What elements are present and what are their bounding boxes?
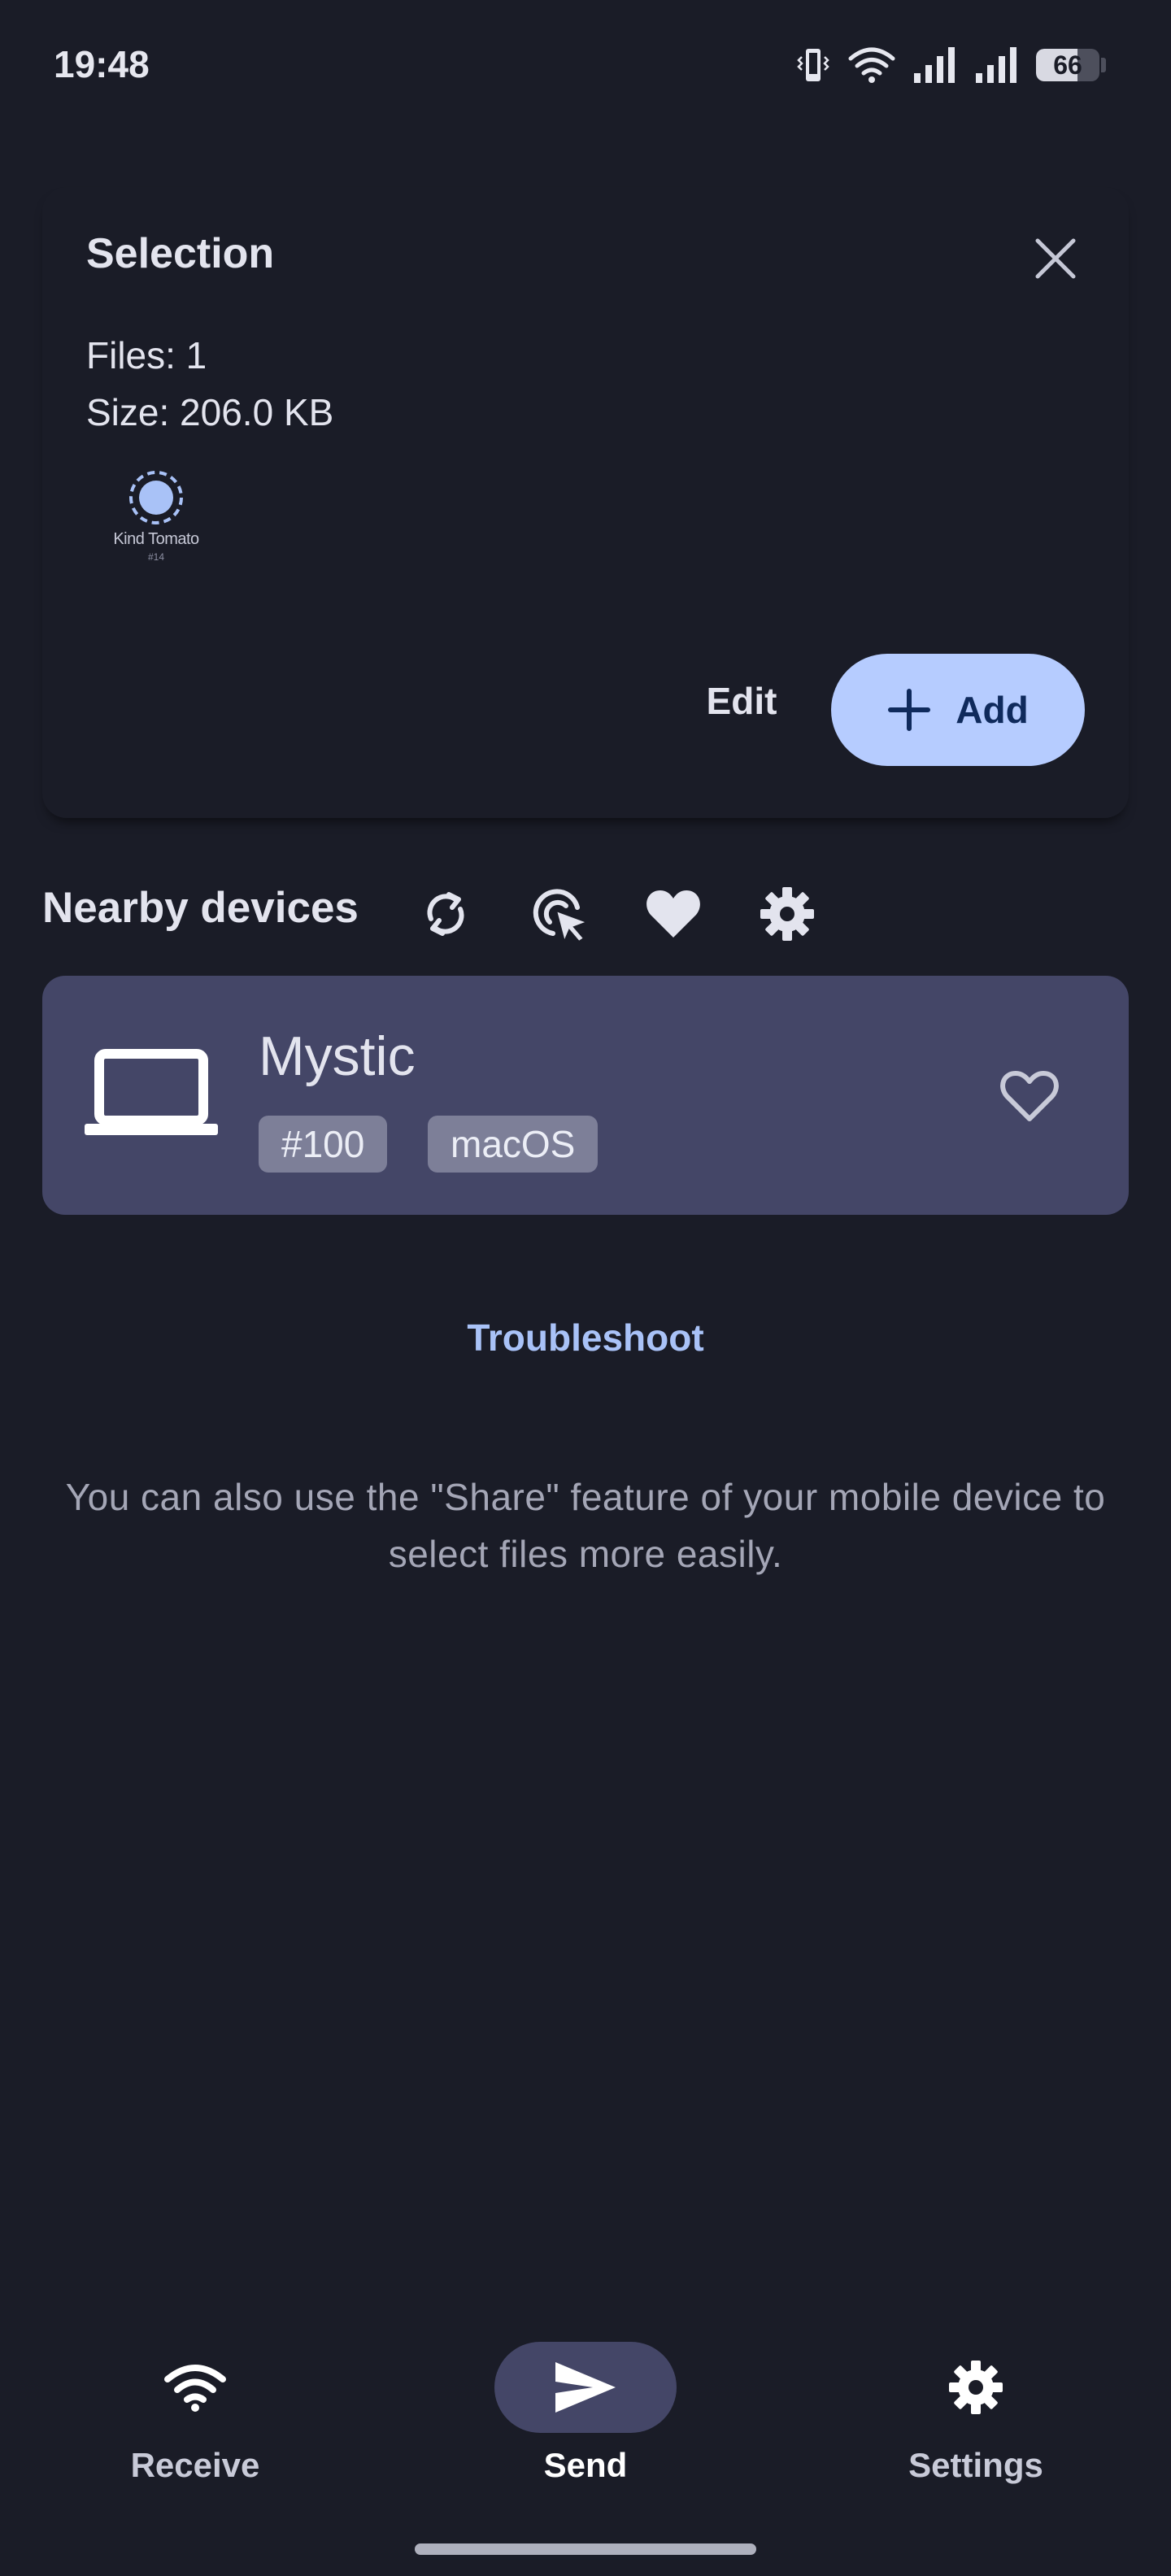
troubleshoot-container: Troubleshoot bbox=[0, 1316, 1171, 1360]
troubleshoot-link[interactable]: Troubleshoot bbox=[467, 1316, 703, 1359]
device-card-mystic[interactable]: Mystic #100 macOS bbox=[42, 976, 1129, 1215]
close-selection-button[interactable] bbox=[1025, 228, 1086, 289]
settings-icon bbox=[949, 2361, 1003, 2414]
scan-target-button[interactable] bbox=[525, 880, 594, 948]
files-size: Size: 206.0 KB bbox=[86, 391, 334, 433]
plus-icon bbox=[888, 689, 931, 731]
bottom-navigation: Receive Send Settings bbox=[0, 2326, 1171, 2488]
home-indicator[interactable] bbox=[415, 2543, 756, 2555]
refresh-icon bbox=[427, 892, 464, 936]
nearby-devices-title: Nearby devices bbox=[42, 884, 359, 932]
files-count: Files: 1 bbox=[86, 334, 207, 376]
battery-indicator: 66 bbox=[1036, 49, 1099, 81]
nav-send-label: Send bbox=[543, 2446, 628, 2484]
wifi-icon bbox=[164, 2365, 226, 2412]
selection-card: Selection Files: 1 Size: 206.0 KB Kind T… bbox=[42, 187, 1129, 818]
nav-send[interactable]: Send bbox=[455, 2342, 716, 2488]
battery-tip bbox=[1101, 58, 1106, 72]
close-icon bbox=[1035, 238, 1076, 279]
file-thumbnail-label: Kind Tomato bbox=[113, 530, 199, 548]
favorites-icon bbox=[646, 890, 700, 938]
signal-icon-1 bbox=[914, 47, 955, 83]
device-name: Mystic bbox=[259, 1025, 416, 1087]
wifi-status-icon bbox=[848, 47, 895, 83]
selection-title: Selection bbox=[86, 230, 275, 277]
nav-settings[interactable]: Settings bbox=[846, 2342, 1106, 2488]
edit-button[interactable]: Edit bbox=[644, 652, 839, 750]
vibrate-icon bbox=[797, 49, 829, 81]
laptop-icon bbox=[85, 1049, 218, 1135]
device-tag-os: macOS bbox=[428, 1116, 599, 1173]
nav-settings-pill bbox=[885, 2342, 1067, 2433]
device-favorite-button[interactable] bbox=[994, 1060, 1065, 1132]
favorites-button[interactable] bbox=[639, 880, 707, 948]
file-preview-icon bbox=[129, 471, 183, 524]
nearby-settings-button[interactable] bbox=[753, 880, 821, 948]
status-time: 19:48 bbox=[54, 43, 150, 85]
refresh-button[interactable] bbox=[411, 880, 480, 948]
nav-send-pill bbox=[494, 2342, 677, 2433]
file-thumbnail-sublabel: #14 bbox=[147, 551, 165, 563]
status-icons: 66 bbox=[795, 42, 1106, 88]
nav-receive-pill bbox=[104, 2342, 286, 2433]
share-hint-text: You can also use the "Share" feature of … bbox=[65, 1476, 1106, 1575]
file-thumbnail[interactable]: Kind Tomato #14 bbox=[99, 463, 213, 585]
add-button[interactable]: Add bbox=[831, 654, 1085, 766]
send-icon bbox=[555, 2362, 616, 2413]
device-tag-id: #100 bbox=[259, 1116, 388, 1173]
heart-outline-icon bbox=[1000, 1071, 1059, 1121]
nav-receive[interactable]: Receive bbox=[65, 2342, 325, 2488]
nav-receive-label: Receive bbox=[130, 2446, 260, 2484]
signal-icon-2 bbox=[976, 47, 1016, 83]
nav-settings-label: Settings bbox=[908, 2446, 1043, 2484]
battery-level: 66 bbox=[1053, 50, 1082, 80]
scan-target-icon bbox=[533, 889, 590, 945]
status-bar: 19:48 66 bbox=[0, 0, 1171, 130]
settings-icon bbox=[760, 887, 814, 941]
add-button-label: Add bbox=[956, 689, 1029, 731]
